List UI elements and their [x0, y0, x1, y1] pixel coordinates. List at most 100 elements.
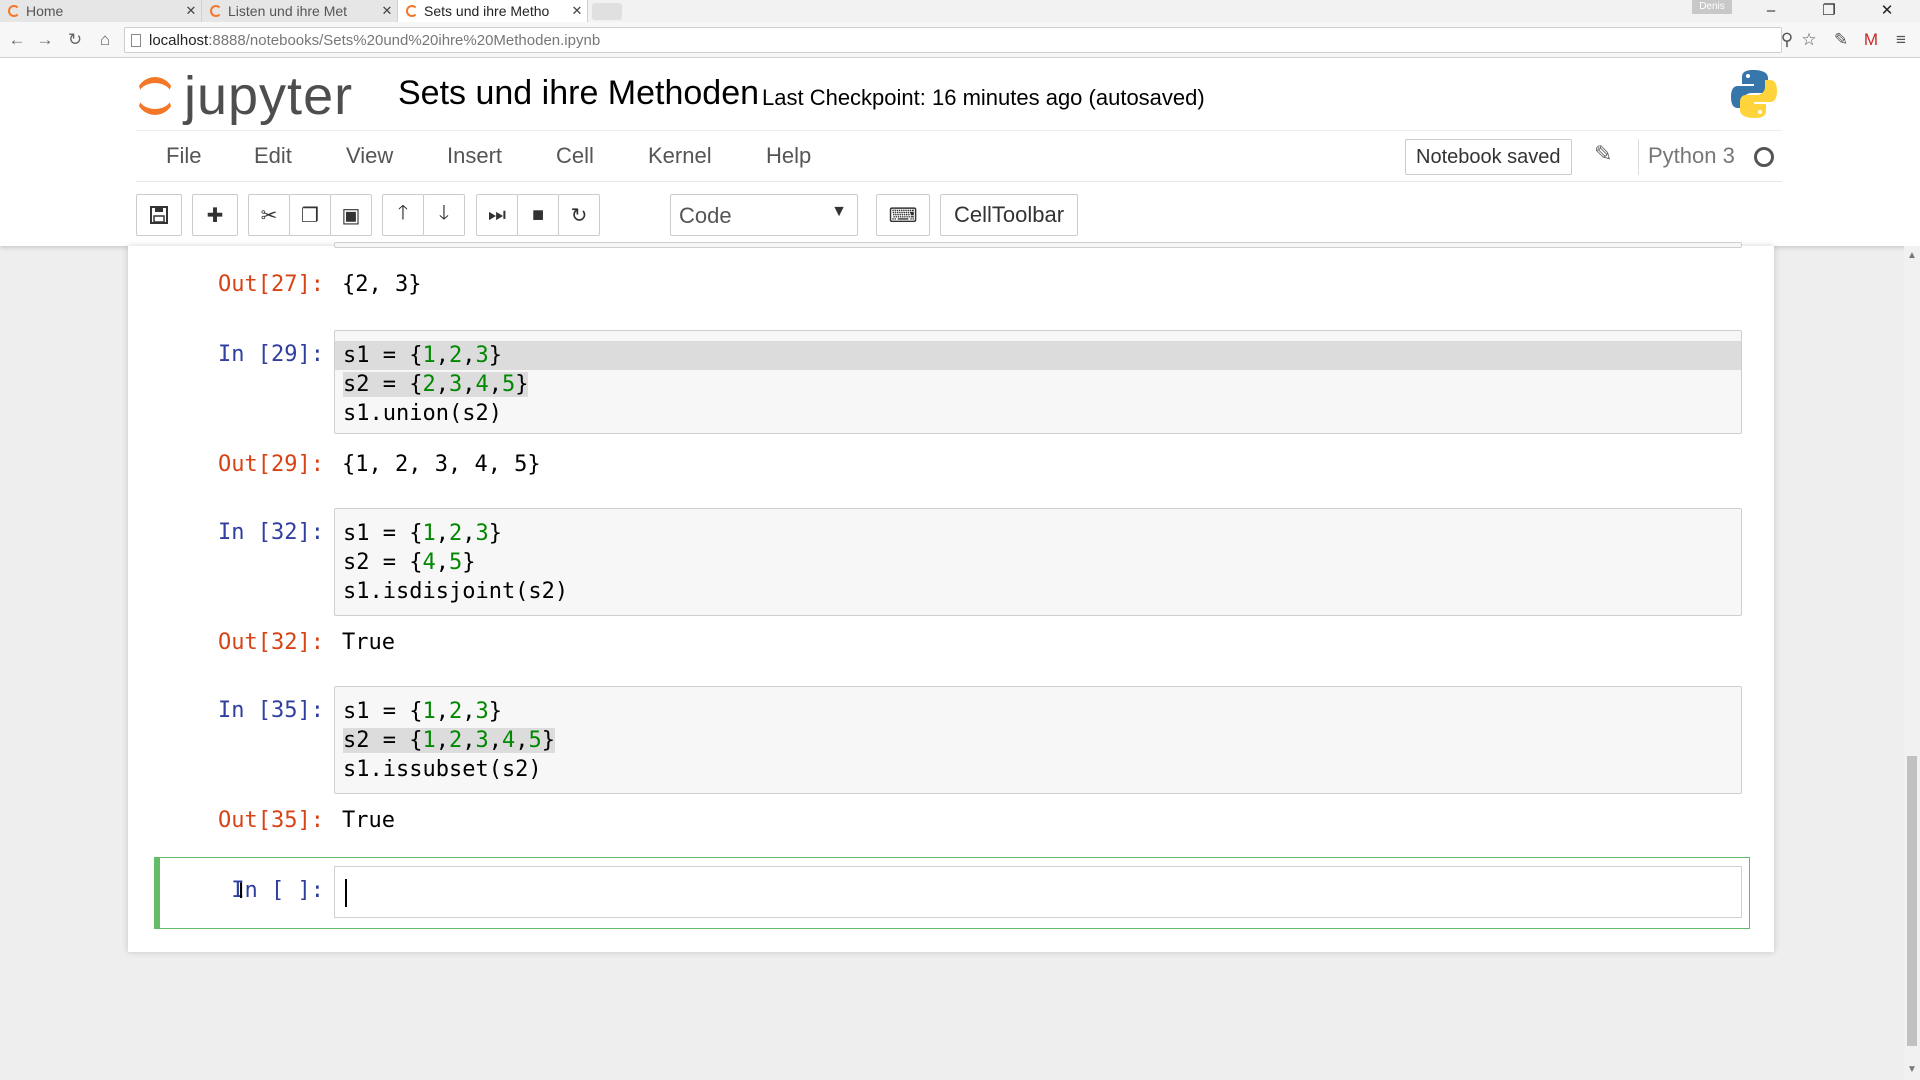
paste-button[interactable]: ▣: [330, 194, 372, 236]
code-line[interactable]: s2 = {4,5}: [335, 548, 1741, 577]
scroll-down-icon[interactable]: ▼: [1907, 1064, 1917, 1075]
gmail-icon[interactable]: M: [1860, 28, 1882, 52]
tab-label: Listen und ihre Met: [228, 3, 348, 19]
code-line[interactable]: s1 = {1,2,3}: [335, 341, 1741, 370]
cell-input-area[interactable]: s1 = {1,2,3} s2 = {1,2,3,4,5} s1.issubse…: [334, 686, 1742, 794]
scrollbar-thumb[interactable]: [1907, 756, 1917, 1046]
command-palette-button[interactable]: ⌨: [876, 194, 930, 236]
copy-button[interactable]: ❐: [289, 194, 331, 236]
extension-icon[interactable]: ✎: [1830, 28, 1852, 52]
arrow-up-icon: 🡑: [397, 202, 409, 224]
copy-icon: ❐: [301, 204, 319, 227]
checkpoint-status: Last Checkpoint: 16 minutes ago (autosav…: [762, 85, 1205, 110]
reload-icon[interactable]: ↻: [64, 28, 86, 52]
insert-cell-button[interactable]: ✚: [192, 194, 238, 236]
forward-icon[interactable]: →: [34, 28, 56, 52]
menu-edit[interactable]: Edit: [254, 143, 292, 169]
cell-output: True: [342, 808, 395, 833]
user-badge[interactable]: Denis: [1692, 0, 1732, 14]
active-cell-input[interactable]: [334, 866, 1742, 918]
code-line[interactable]: s1 = {1,2,3}: [335, 697, 1741, 726]
zoom-icon[interactable]: ⚲: [1776, 28, 1798, 52]
browser-tab-sets[interactable]: Sets und ihre Metho ✕: [398, 0, 588, 22]
restart-icon: ↻: [570, 204, 588, 227]
arrow-down-icon: 🡓: [438, 202, 450, 224]
input-prompt: In [29]:: [218, 342, 324, 367]
jupyter-logo-icon: [136, 77, 174, 115]
move-up-button[interactable]: 🡑: [382, 194, 424, 236]
pencil-icon[interactable]: ✎: [1594, 141, 1612, 167]
notebook-container: Out[27]: {2, 3} In [29]: s1 = {1,2,3} s2…: [128, 242, 1774, 952]
jupyter-favicon-icon: [406, 5, 418, 17]
divider: [1638, 139, 1639, 175]
output-prompt: Out[27]:: [218, 272, 324, 297]
menu-view[interactable]: View: [346, 143, 393, 169]
input-prompt: In [ ]:: [231, 878, 324, 903]
scissors-icon: ✂: [260, 204, 278, 227]
url-text[interactable]: localhost:8888/notebooks/Sets%20und%20ih…: [149, 32, 600, 49]
cell-input-area[interactable]: [334, 242, 1742, 248]
text-cursor: [345, 879, 347, 907]
browser-menu-icon[interactable]: ≡: [1890, 28, 1912, 52]
interrupt-button[interactable]: ■: [517, 194, 559, 236]
menu-kernel[interactable]: Kernel: [648, 143, 712, 169]
menu-insert[interactable]: Insert: [447, 143, 502, 169]
code-line[interactable]: s2 = {2,3,4,5}: [335, 370, 1741, 399]
page-scrollbar[interactable]: ▲ ▼: [1904, 246, 1920, 1080]
minimize-icon[interactable]: –: [1748, 0, 1794, 22]
paste-icon: ▣: [341, 204, 361, 227]
browser-tab-listen[interactable]: Listen und ihre Met ✕: [202, 0, 398, 22]
window-close-icon[interactable]: ✕: [1864, 0, 1910, 22]
jupyter-favicon-icon: [210, 5, 222, 17]
jupyter-favicon-icon: [8, 5, 20, 17]
input-prompt: In [32]:: [218, 520, 324, 545]
scroll-up-icon[interactable]: ▲: [1907, 250, 1917, 261]
close-icon[interactable]: ✕: [567, 3, 587, 19]
close-icon[interactable]: ✕: [181, 3, 201, 19]
restart-button[interactable]: ↻: [558, 194, 600, 236]
address-bar[interactable]: localhost:8888/notebooks/Sets%20und%20ih…: [124, 27, 1782, 53]
new-tab-button[interactable]: [592, 3, 622, 20]
menu-file[interactable]: File: [166, 143, 201, 169]
celltoolbar-button[interactable]: CellToolbar: [940, 194, 1079, 236]
step-forward-icon: ⏭: [488, 203, 506, 226]
code-line[interactable]: s1.issubset(s2): [335, 755, 1741, 784]
cell-output: {1, 2, 3, 4, 5}: [342, 452, 541, 477]
cell-type-select[interactable]: Code ▼: [670, 194, 858, 236]
save-button[interactable]: [136, 194, 182, 236]
close-icon[interactable]: ✕: [377, 3, 397, 19]
browser-tab-home[interactable]: Home ✕: [0, 0, 202, 22]
cell-output: True: [342, 630, 395, 655]
caret-down-icon: ▼: [831, 203, 847, 220]
jupyter-logo[interactable]: jupyter: [136, 66, 354, 126]
page-icon: [131, 34, 141, 47]
restore-icon[interactable]: ❐: [1806, 0, 1852, 22]
code-line[interactable]: s1 = {1,2,3}: [335, 519, 1741, 548]
menu-help[interactable]: Help: [766, 143, 811, 169]
browser-nav-bar: ← → ↻ ⌂ localhost:8888/notebooks/Sets%20…: [0, 22, 1920, 58]
code-line[interactable]: s2 = {1,2,3,4,5}: [335, 726, 1741, 755]
stop-icon: ■: [531, 203, 545, 226]
code-line[interactable]: s1.union(s2): [335, 399, 1741, 428]
cell-type-value: Code: [679, 203, 732, 228]
logo-text: jupyter: [184, 66, 354, 126]
menu-bar: File Edit View Insert Cell Kernel Help N…: [136, 130, 1782, 182]
run-button[interactable]: ⏭: [476, 194, 518, 236]
home-icon[interactable]: ⌂: [94, 28, 116, 52]
input-prompt: In [35]:: [218, 698, 324, 723]
notebook-title[interactable]: Sets und ihre Methoden: [398, 74, 759, 113]
jupyter-header: jupyter Sets und ihre Methoden Last Chec…: [0, 58, 1920, 246]
output-prompt: Out[35]:: [218, 808, 324, 833]
cell-input-area[interactable]: s1 = {1,2,3} s2 = {2,3,4,5} s1.union(s2): [334, 330, 1742, 434]
code-line[interactable]: s1.isdisjoint(s2): [335, 577, 1741, 606]
move-down-button[interactable]: 🡓: [423, 194, 465, 236]
cut-button[interactable]: ✂: [248, 194, 290, 236]
bookmark-star-icon[interactable]: ☆: [1798, 28, 1820, 52]
back-icon[interactable]: ←: [6, 28, 28, 52]
keyboard-icon: ⌨: [888, 204, 918, 227]
cell-input-area[interactable]: s1 = {1,2,3} s2 = {4,5} s1.isdisjoint(s2…: [334, 508, 1742, 616]
kernel-name: Python 3: [1648, 143, 1735, 168]
cell-output: {2, 3}: [342, 272, 422, 297]
save-icon: [150, 206, 168, 224]
menu-cell[interactable]: Cell: [556, 143, 594, 169]
